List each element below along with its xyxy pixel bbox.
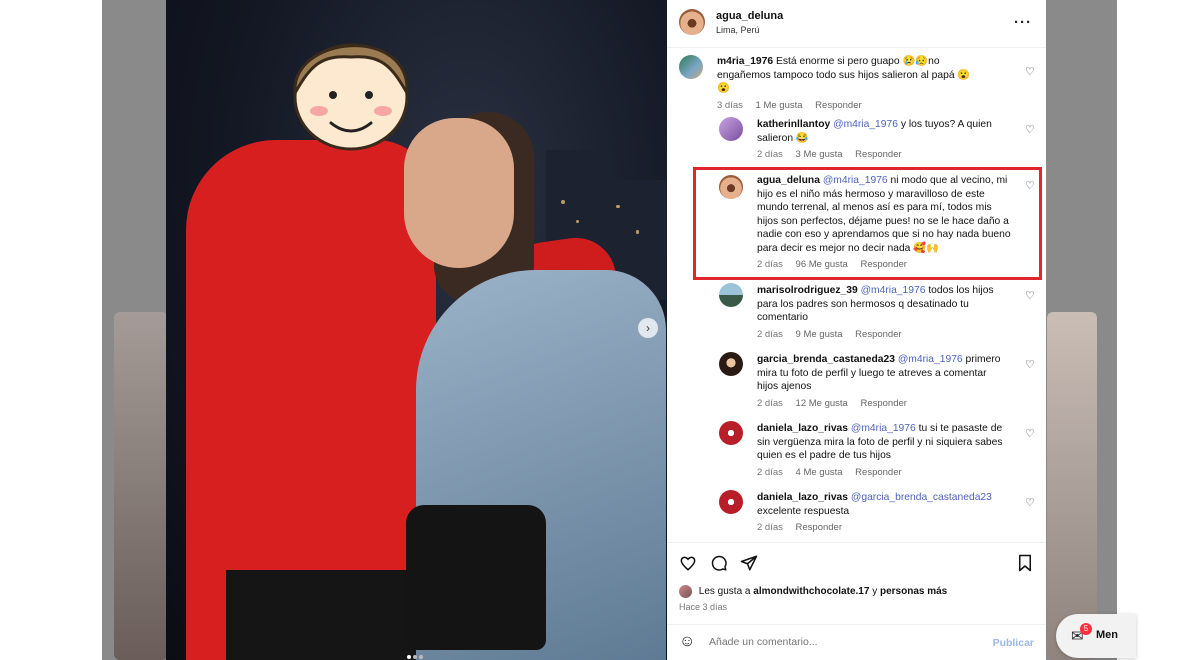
comment-avatar[interactable] <box>719 175 743 199</box>
heart-icon[interactable]: ♡ <box>1025 65 1035 78</box>
comment-avatar[interactable] <box>719 421 743 445</box>
comment-likes[interactable]: 1 Me gusta <box>756 100 803 111</box>
emoji-icon[interactable]: ☺ <box>679 633 695 651</box>
comment-text: daniela_lazo_rivas @garcia_brenda_castan… <box>757 491 1013 518</box>
post-time[interactable]: Hace 3 días <box>679 602 727 612</box>
post-header: agua_deluna Lima, Perú ··· <box>667 0 1046 48</box>
comment-username[interactable]: marisolrodriguez_39 <box>757 285 858 296</box>
comment-avatar[interactable] <box>719 352 743 376</box>
comment-username[interactable]: daniela_lazo_rivas <box>757 423 848 434</box>
comment-avatar[interactable] <box>719 490 743 514</box>
comment-text: agua_deluna @m4ria_1976 ni modo que al v… <box>757 174 1013 255</box>
comment-likes[interactable]: 96 Me gusta <box>796 259 848 270</box>
comment-likes[interactable]: 4 Me gusta <box>796 467 843 478</box>
comments-list[interactable]: m4ria_1976 Está enorme si pero guapo 😢😥n… <box>667 49 1046 542</box>
comment-text: daniela_lazo_rivas @m4ria_1976 tu si te … <box>757 422 1013 463</box>
comment-avatar[interactable] <box>679 55 703 79</box>
studded-handbag <box>406 505 546 650</box>
comment-mention[interactable]: @m4ria_1976 <box>833 119 898 130</box>
comment-mention[interactable]: @m4ria_1976 <box>898 354 963 365</box>
comment-meta: 2 días Responder <box>757 522 1013 533</box>
heart-icon[interactable]: ♡ <box>1025 358 1035 371</box>
comment-input[interactable] <box>709 636 949 648</box>
comment-username[interactable]: m4ria_1976 <box>717 56 773 67</box>
heart-icon[interactable]: ♡ <box>1025 427 1035 440</box>
heart-icon[interactable]: ♡ <box>1025 179 1035 192</box>
likes-others[interactable]: personas más <box>880 586 947 597</box>
comment-likes[interactable]: 12 Me gusta <box>796 398 848 409</box>
comment-mention[interactable]: @garcia_brenda_castaneda23 <box>851 492 992 503</box>
comment-text: garcia_brenda_castaneda23 @m4ria_1976 pr… <box>757 353 1007 394</box>
comment-time[interactable]: 2 días <box>757 259 783 270</box>
comment-mention[interactable]: @m4ria_1976 <box>861 285 926 296</box>
cartoon-face-mask-icon <box>293 43 409 151</box>
messages-label: Men <box>1096 629 1118 641</box>
comment-body: excelente respuesta <box>757 505 850 517</box>
background-post-right[interactable] <box>1047 312 1097 660</box>
comment-username[interactable]: katherinllantoy <box>757 119 830 130</box>
comment-bubble-icon[interactable] <box>710 554 728 572</box>
comment-time[interactable]: 3 días <box>717 100 743 111</box>
comment-mention[interactable]: @m4ria_1976 <box>851 423 916 434</box>
reply-button[interactable]: Responder <box>855 329 901 340</box>
comment-text: m4ria_1976 Está enorme si pero guapo 😢😥n… <box>717 55 973 96</box>
comment-meta: 2 días 9 Me gusta Responder <box>757 329 1005 340</box>
likes-summary: Les gusta a almondwithchocolate.17 y per… <box>679 585 947 598</box>
background-post-left[interactable] <box>114 312 168 660</box>
comment-username[interactable]: agua_deluna <box>757 175 820 186</box>
liker-avatar[interactable] <box>679 585 692 598</box>
instagram-post-modal: › agua_deluna Lima, Perú ··· m4ria_1976 … <box>0 0 1200 660</box>
messages-button[interactable]: ✉ 5 Men <box>1056 614 1136 658</box>
reply-button[interactable]: Responder <box>796 522 842 533</box>
comment-time[interactable]: 2 días <box>757 467 783 478</box>
person-pants <box>226 570 426 660</box>
comment-mention[interactable]: @m4ria_1976 <box>823 175 888 186</box>
reply-button[interactable]: Responder <box>815 100 861 111</box>
comment-time[interactable]: 2 días <box>757 522 783 533</box>
likes-connector: y <box>872 586 878 598</box>
comment-meta: 2 días 96 Me gusta Responder <box>757 259 1013 270</box>
reply-button[interactable]: Responder <box>855 467 901 478</box>
comment-meta: 3 días 1 Me gusta Responder <box>717 100 973 111</box>
owner-username[interactable]: agua_deluna <box>716 10 783 22</box>
comment-avatar[interactable] <box>719 117 743 141</box>
owner-avatar[interactable] <box>679 9 705 35</box>
comment-avatar[interactable] <box>719 283 743 307</box>
post-side-panel: agua_deluna Lima, Perú ··· m4ria_1976 Es… <box>667 0 1046 660</box>
comment-text: katherinllantoy @m4ria_1976 y los tuyos?… <box>757 118 1013 145</box>
comment-likes[interactable]: 9 Me gusta <box>796 329 843 340</box>
heart-icon[interactable]: ♡ <box>1025 289 1035 302</box>
carousel-next-icon[interactable]: › <box>638 318 658 338</box>
bookmark-icon[interactable] <box>1017 554 1033 572</box>
action-bar <box>667 542 1046 582</box>
reply-button[interactable]: Responder <box>860 398 906 409</box>
post-location[interactable]: Lima, Perú <box>716 25 760 35</box>
comment-meta: 2 días 12 Me gusta Responder <box>757 398 1007 409</box>
comment-body: ni modo que al vecino, mi hijo es el niñ… <box>757 175 1011 254</box>
like-heart-icon[interactable] <box>679 554 697 572</box>
comment-username[interactable]: garcia_brenda_castaneda23 <box>757 354 895 365</box>
comment-meta: 2 días 4 Me gusta Responder <box>757 467 1013 478</box>
likes-prefix: Les gusta a <box>698 586 751 598</box>
comment-time[interactable]: 2 días <box>757 329 783 340</box>
publish-button[interactable]: Publicar <box>993 637 1034 649</box>
more-dots-icon[interactable]: ··· <box>1014 14 1032 31</box>
comment-text: marisolrodriguez_39 @m4ria_1976 todos lo… <box>757 284 1005 325</box>
heart-icon[interactable]: ♡ <box>1025 123 1035 136</box>
comment-composer: ☺ Publicar <box>667 624 1046 660</box>
unread-badge: 5 <box>1080 623 1092 635</box>
heart-icon[interactable]: ♡ <box>1025 496 1035 509</box>
post-photo[interactable]: › <box>166 0 667 660</box>
carousel-dots <box>406 646 424 660</box>
comment-time[interactable]: 2 días <box>757 149 783 160</box>
share-send-icon[interactable] <box>740 554 758 572</box>
comment-likes[interactable]: 3 Me gusta <box>796 149 843 160</box>
comment-username[interactable]: daniela_lazo_rivas <box>757 492 848 503</box>
comment-time[interactable]: 2 días <box>757 398 783 409</box>
reply-button[interactable]: Responder <box>860 259 906 270</box>
liker-username[interactable]: almondwithchocolate.17 <box>753 586 869 597</box>
reply-button[interactable]: Responder <box>855 149 901 160</box>
comment-meta: 2 días 3 Me gusta Responder <box>757 149 1013 160</box>
